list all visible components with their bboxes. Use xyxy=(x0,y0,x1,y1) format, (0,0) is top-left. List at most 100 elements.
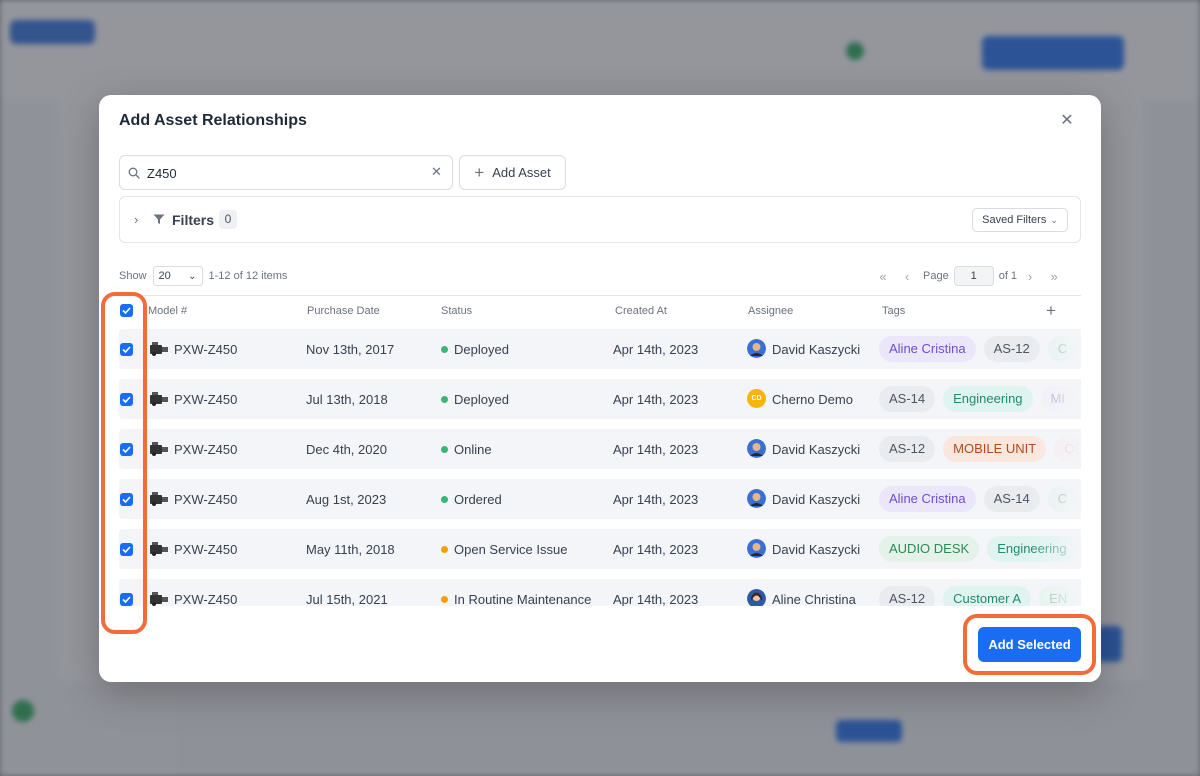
clear-icon[interactable]: ✕ xyxy=(431,164,442,180)
tag: Engineering xyxy=(943,386,1033,412)
add-asset-relationships-modal: Add Asset Relationships ✕ ✕ + Add Asset … xyxy=(99,95,1101,682)
filters-panel: › Filters 0 Saved Filters ⌄ xyxy=(119,196,1081,243)
add-column-icon[interactable]: + xyxy=(1046,301,1056,321)
tags-fade xyxy=(1031,329,1081,369)
tag: AUDIO DESK xyxy=(879,536,980,562)
asset-table-body: PXW-Z450 Nov 13th, 2017 Deployed Apr 14t… xyxy=(119,327,1081,606)
tags-fade xyxy=(1031,429,1081,469)
status-cell: Online xyxy=(441,442,492,457)
table-row[interactable]: PXW-Z450 Dec 4th, 2020 Online Apr 14th, … xyxy=(119,429,1081,469)
filter-icon xyxy=(153,214,165,224)
avatar xyxy=(747,339,766,358)
model-cell: PXW-Z450 xyxy=(174,492,238,507)
model-cell: PXW-Z450 xyxy=(174,442,238,457)
add-selected-button[interactable]: Add Selected xyxy=(978,627,1081,662)
column-header-created-at[interactable]: Created At xyxy=(615,305,667,317)
add-asset-button[interactable]: + Add Asset xyxy=(459,155,566,190)
table-row[interactable]: PXW-Z450 Aug 1st, 2023 Ordered Apr 14th,… xyxy=(119,479,1081,519)
status-cell: Ordered xyxy=(441,492,502,507)
tag: Aline Cristina xyxy=(879,336,976,362)
tags-fade xyxy=(1031,479,1081,519)
last-page-icon[interactable]: » xyxy=(1046,269,1062,284)
assignee-cell: David Kaszycki xyxy=(772,492,861,507)
tag: Customer A xyxy=(943,586,1032,606)
row-checkbox[interactable] xyxy=(120,443,133,456)
page-number-input[interactable]: 1 xyxy=(953,266,994,286)
close-icon[interactable]: ✕ xyxy=(1057,111,1077,131)
page-size-value: 20 xyxy=(158,270,171,282)
status-cell: Deployed xyxy=(441,392,509,407)
check-icon xyxy=(122,496,131,503)
select-all-checkbox[interactable] xyxy=(120,304,133,317)
status-dot xyxy=(441,446,448,453)
column-header-assignee[interactable]: Assignee xyxy=(748,305,793,317)
row-checkbox[interactable] xyxy=(120,343,133,356)
show-label: Show xyxy=(119,270,147,282)
tags-fade xyxy=(1031,379,1081,419)
created-at-cell: Apr 14th, 2023 xyxy=(613,542,699,557)
camera-icon xyxy=(150,592,168,606)
tag: AS-12 xyxy=(879,436,936,462)
status-label: In Routine Maintenance xyxy=(454,592,592,606)
assignee-cell: Cherno Demo xyxy=(772,392,853,407)
first-page-icon[interactable]: « xyxy=(875,269,891,284)
avatar xyxy=(747,539,766,558)
table-row[interactable]: PXW-Z450 May 11th, 2018 Open Service Iss… xyxy=(119,529,1081,569)
column-header-tags[interactable]: Tags xyxy=(882,305,905,317)
model-cell: PXW-Z450 xyxy=(174,392,238,407)
search-input[interactable] xyxy=(147,162,427,184)
page-size-select[interactable]: 20 ⌄ xyxy=(152,266,203,286)
filters-label[interactable]: Filters xyxy=(172,212,214,228)
status-cell: In Routine Maintenance xyxy=(441,592,591,606)
row-checkbox[interactable] xyxy=(120,393,133,406)
items-range-text: 1-12 of 12 items xyxy=(208,270,288,282)
assignee-cell: David Kaszycki xyxy=(772,542,861,557)
avatar xyxy=(747,589,766,606)
saved-filters-label: Saved Filters xyxy=(982,214,1047,226)
table-row[interactable]: PXW-Z450 Jul 15th, 2021 In Routine Maint… xyxy=(119,579,1081,606)
page-total-text: of 1 xyxy=(998,270,1018,282)
status-cell: Deployed xyxy=(441,342,509,357)
status-dot xyxy=(441,596,448,603)
table-row[interactable]: PXW-Z450 Jul 13th, 2018 Deployed Apr 14t… xyxy=(119,379,1081,419)
tags-fade xyxy=(1031,579,1081,606)
check-icon xyxy=(122,307,131,314)
created-at-cell: Apr 14th, 2023 xyxy=(613,392,699,407)
camera-icon xyxy=(150,442,168,456)
column-header-purchase-date[interactable]: Purchase Date xyxy=(307,305,380,317)
prev-page-icon[interactable]: ‹ xyxy=(899,269,915,284)
table-row[interactable]: PXW-Z450 Nov 13th, 2017 Deployed Apr 14t… xyxy=(119,329,1081,369)
tag: AS-14 xyxy=(879,386,936,412)
column-header-model[interactable]: Model # xyxy=(148,305,187,317)
avatar xyxy=(747,439,766,458)
status-label: Online xyxy=(454,442,492,457)
saved-filters-dropdown[interactable]: Saved Filters ⌄ xyxy=(972,208,1068,232)
next-page-icon[interactable]: › xyxy=(1022,269,1038,284)
purchase-date-cell: Dec 4th, 2020 xyxy=(306,442,387,457)
status-dot xyxy=(441,496,448,503)
search-icon xyxy=(128,167,140,179)
row-checkbox[interactable] xyxy=(120,593,133,606)
check-icon xyxy=(122,546,131,553)
pagination: « ‹ Page 1 of 1 › » xyxy=(875,266,1062,286)
row-checkbox[interactable] xyxy=(120,493,133,506)
chevron-right-icon[interactable]: › xyxy=(134,212,138,227)
camera-icon xyxy=(150,492,168,506)
status-label: Ordered xyxy=(454,492,502,507)
camera-icon xyxy=(150,392,168,406)
status-label: Open Service Issue xyxy=(454,542,568,557)
camera-icon xyxy=(150,342,168,356)
check-icon xyxy=(122,396,131,403)
page-label: Page xyxy=(923,270,949,282)
column-header-status[interactable]: Status xyxy=(441,305,472,317)
chevron-down-icon: ⌄ xyxy=(1050,214,1058,225)
row-checkbox[interactable] xyxy=(120,543,133,556)
add-asset-label: Add Asset xyxy=(492,165,551,180)
page-size-control: Show 20 ⌄ 1-12 of 12 items xyxy=(119,266,287,286)
purchase-date-cell: Jul 13th, 2018 xyxy=(306,392,388,407)
tags-fade xyxy=(1031,529,1081,569)
check-icon xyxy=(122,346,131,353)
modal-title: Add Asset Relationships xyxy=(119,112,307,129)
avatar xyxy=(747,489,766,508)
search-field[interactable]: ✕ xyxy=(119,155,453,190)
